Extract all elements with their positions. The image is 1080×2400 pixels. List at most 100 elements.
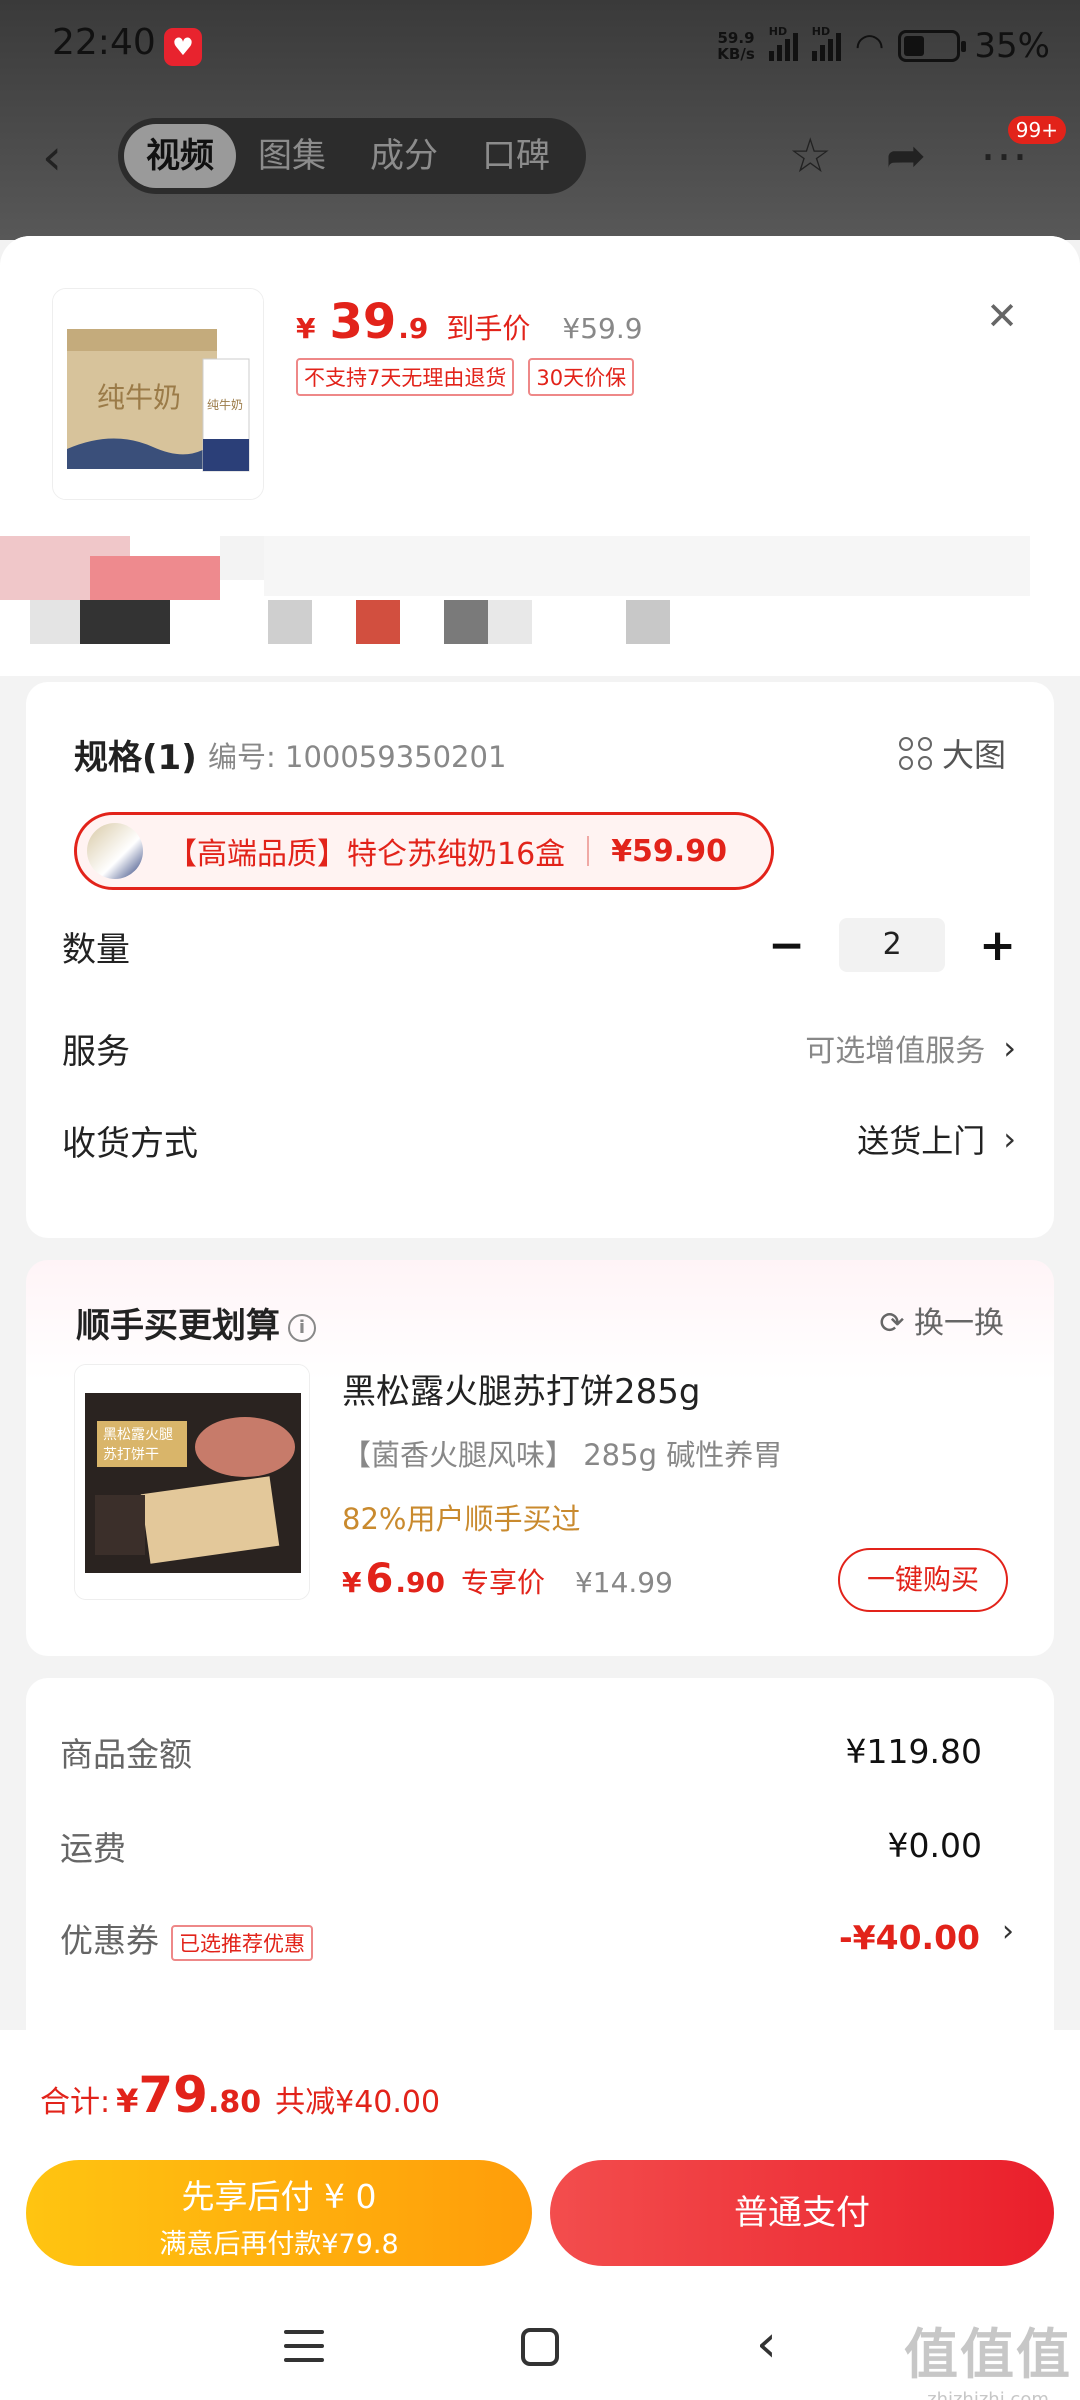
info-icon[interactable]: i xyxy=(288,1313,316,1342)
addon-card: 顺手买更划算 i ⟳ 换一换 黑松露火腿 苏打饼干 黑松露火腿苏打饼285g 【菌… xyxy=(26,1260,1054,1656)
addon-product-name[interactable]: 黑松露火腿苏打饼285g xyxy=(342,1364,700,1413)
blur-block xyxy=(268,600,312,644)
status-indicators: 59.9 KB/s HD HD ◠ 35% xyxy=(717,25,1050,66)
blur-block xyxy=(90,556,220,600)
total-integer: 79 xyxy=(138,2066,208,2124)
share-icon[interactable]: ➦ xyxy=(886,128,926,184)
swap-button[interactable]: ⟳ 换一换 xyxy=(879,1298,1004,1342)
normal-pay-button[interactable]: 普通支付 xyxy=(550,2160,1054,2266)
spec-option-price: ¥59.90 xyxy=(611,833,727,869)
wifi-icon: ◠ xyxy=(854,26,885,66)
chevron-right-icon: › xyxy=(1003,1029,1016,1067)
tab-reviews[interactable]: 口碑 xyxy=(460,124,572,188)
app-notification-icon: ♥ xyxy=(164,28,202,66)
spec-number: 编号: 100059350201 xyxy=(208,740,507,774)
blur-block xyxy=(30,600,80,644)
message-badge: 99+ xyxy=(1007,116,1066,144)
delivery-label: 收货方式 xyxy=(62,1124,198,1164)
pay-later-button[interactable]: 先享后付 ¥ 0 满意后再付款¥79.8 xyxy=(26,2160,532,2266)
price-integer: 39 xyxy=(329,294,397,350)
original-price: ¥59.9 xyxy=(562,312,643,345)
blurred-area xyxy=(0,536,1030,656)
coupon-tag: 已选推荐优惠 xyxy=(171,1924,313,1961)
grid-icon xyxy=(898,736,932,770)
signal-icon-2: HD xyxy=(811,25,841,61)
home-icon[interactable] xyxy=(521,2328,559,2366)
product-price: ¥ 39 .9 到手价 ¥59.9 xyxy=(296,294,643,350)
goods-amount-value: ¥119.80 xyxy=(845,1732,982,1771)
back-icon[interactable]: ‹ xyxy=(42,128,62,186)
total-discount: 共减¥40.00 xyxy=(275,2085,441,2120)
svg-text:黑松露火腿: 黑松露火腿 xyxy=(103,1427,173,1443)
total-price: 合计: ¥ 79 .80 共减¥40.00 xyxy=(40,2066,441,2124)
battery-percent: 35% xyxy=(974,26,1050,66)
tab-ingredients[interactable]: 成分 xyxy=(348,124,460,188)
tag-price-protect: 30天价保 xyxy=(528,358,635,396)
service-tags: 不支持7天无理由退货 30天价保 xyxy=(296,358,635,396)
shipping-value: ¥0.00 xyxy=(887,1826,982,1865)
spec-option-selected[interactable]: 【高端品质】特仑苏纯奶16盒 ¥59.90 xyxy=(74,812,774,890)
battery-icon xyxy=(898,30,967,62)
addon-price-decimal: .90 xyxy=(395,1566,445,1599)
tab-video[interactable]: 视频 xyxy=(124,124,236,188)
product-navbar: ‹ 视频 图集 成分 口碑 ☆ ➦ ⋯ 99+ xyxy=(0,110,1080,200)
signal-icon: HD xyxy=(768,25,798,61)
addon-price-label: 专享价 xyxy=(460,1566,545,1599)
watermark: 值值值 zhizhizhi.com xyxy=(904,2323,1072,2400)
svg-text:纯牛奶: 纯牛奶 xyxy=(207,397,243,412)
blur-block xyxy=(626,600,670,644)
product-thumbnail[interactable]: 纯牛奶 纯牛奶 xyxy=(52,288,264,500)
tag-no-return: 不支持7天无理由退货 xyxy=(296,358,515,396)
addon-price: ¥ 6 .90 专享价 ¥14.99 xyxy=(342,1556,673,1602)
price-label: 到手价 xyxy=(446,312,531,345)
svg-text:纯牛奶: 纯牛奶 xyxy=(97,381,181,414)
tab-gallery[interactable]: 图集 xyxy=(236,124,348,188)
plus-button[interactable]: + xyxy=(979,920,1016,971)
addon-title: 顺手买更划算 i xyxy=(76,1298,316,1347)
blur-block xyxy=(80,600,170,644)
coupon-label: 优惠券 已选推荐优惠 xyxy=(60,1914,313,1962)
price-decimal: .9 xyxy=(398,312,429,345)
addon-price-integer: 6 xyxy=(365,1556,394,1602)
total-label: 合计: xyxy=(40,2085,111,2120)
spec-option-thumbnail xyxy=(87,823,143,879)
coupon-value[interactable]: -¥40.00 xyxy=(839,1918,980,1957)
addon-buy-rate: 82%用户顺手买过 xyxy=(342,1502,581,1536)
service-label: 服务 xyxy=(62,1032,130,1072)
svg-text:苏打饼干: 苏打饼干 xyxy=(103,1446,159,1463)
quantity-label: 数量 xyxy=(62,930,130,970)
spec-card: 规格(1) 编号: 100059350201 大图 【高端品质】特仑苏纯奶16盒… xyxy=(26,682,1054,1238)
spec-title: 规格(1) xyxy=(74,738,197,778)
one-click-buy-button[interactable]: 一键购买 xyxy=(838,1548,1008,1612)
back-nav-icon[interactable]: ‹ xyxy=(756,2314,777,2374)
chevron-right-icon[interactable]: › xyxy=(1002,1914,1014,1949)
addon-product-desc: 【菌香火腿风味】 285g 碱性养胃 xyxy=(342,1438,783,1472)
close-icon[interactable]: ✕ xyxy=(986,294,1018,338)
big-image-button[interactable]: 大图 xyxy=(898,730,1006,776)
chevron-right-icon: › xyxy=(1003,1120,1016,1158)
quantity-input[interactable]: 2 xyxy=(839,918,946,972)
blur-block xyxy=(356,600,400,644)
addon-original-price: ¥14.99 xyxy=(574,1566,673,1599)
total-decimal: .80 xyxy=(207,2085,262,2120)
shipping-label: 运费 xyxy=(60,1829,126,1868)
service-row[interactable]: 可选增值服务 › xyxy=(805,1026,1016,1070)
star-icon[interactable]: ☆ xyxy=(789,128,832,184)
addon-product-image[interactable]: 黑松露火腿 苏打饼干 xyxy=(74,1364,310,1600)
menu-icon[interactable] xyxy=(284,2330,324,2372)
goods-amount-label: 商品金额 xyxy=(60,1735,192,1774)
order-summary-card: 商品金额 ¥119.80 运费 ¥0.00 优惠券 已选推荐优惠 -¥40.00 … xyxy=(26,1678,1054,2078)
status-time: 22:40 xyxy=(52,22,156,63)
blur-block xyxy=(444,600,488,644)
minus-button[interactable]: − xyxy=(768,920,805,971)
blur-block xyxy=(488,600,532,644)
spec-option-label: 【高端品质】特仑苏纯奶16盒 xyxy=(167,837,566,872)
status-bar: 22:40 ♥ 59.9 KB/s HD HD ◠ 35% xyxy=(0,0,1080,95)
nav-actions: ☆ ➦ ⋯ xyxy=(789,128,1028,184)
delivery-row[interactable]: 送货上门 › xyxy=(857,1116,1016,1162)
net-speed: 59.9 KB/s xyxy=(717,29,755,63)
blur-block xyxy=(264,536,1030,596)
sheet-header: 纯牛奶 纯牛奶 ¥ 39 .9 到手价 ¥59.9 不支持7天无理由退货 30天… xyxy=(0,236,1080,676)
blur-block xyxy=(220,536,264,580)
media-tabs: 视频 图集 成分 口碑 xyxy=(118,118,586,194)
